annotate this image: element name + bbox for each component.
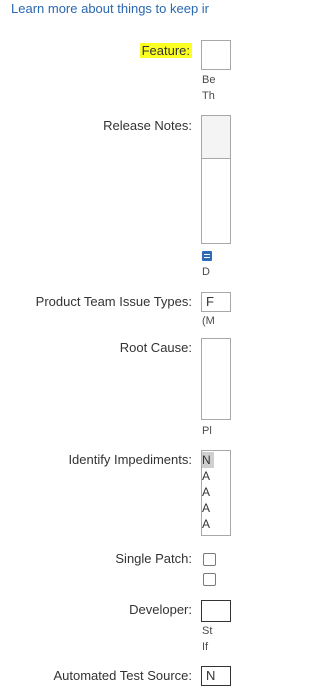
product-team-issue-types-help: (M xyxy=(202,315,215,327)
impediment-option[interactable]: A xyxy=(202,500,210,516)
impediment-option[interactable]: A xyxy=(202,468,210,484)
developer-input[interactable] xyxy=(201,600,231,622)
impediment-option[interactable]: A xyxy=(202,516,210,532)
impediment-option[interactable]: N xyxy=(202,452,214,468)
root-cause-textarea[interactable] xyxy=(201,338,231,420)
format-icon[interactable] xyxy=(202,251,212,261)
developer-help-line-2: If xyxy=(202,641,209,653)
learn-more-link[interactable]: Learn more about things to keep ir xyxy=(11,1,209,16)
automated-test-source-label: Automated Test Source: xyxy=(53,668,192,683)
root-cause-help: Pl xyxy=(202,425,212,437)
feature-help-line-1: Be xyxy=(202,74,216,86)
single-patch-checkbox[interactable] xyxy=(203,553,216,566)
single-patch-label: Single Patch: xyxy=(115,551,192,566)
identify-impediments-label: Identify Impediments: xyxy=(68,452,192,467)
release-notes-editor-toolbar[interactable] xyxy=(201,115,231,158)
feature-label-text: Feature: xyxy=(139,43,192,58)
single-patch-checkbox-2[interactable] xyxy=(203,573,216,586)
product-team-issue-types-label: Product Team Issue Types: xyxy=(35,294,192,309)
release-notes-editor[interactable] xyxy=(201,158,231,244)
feature-input[interactable] xyxy=(201,40,231,70)
feature-help-line-2: Th xyxy=(202,90,215,102)
automated-test-source-select[interactable]: N xyxy=(201,666,231,686)
release-notes-label: Release Notes: xyxy=(103,118,192,133)
developer-help-line-1: St xyxy=(202,625,213,637)
product-team-issue-types-select[interactable]: F xyxy=(201,292,231,312)
release-notes-help: D xyxy=(202,266,210,278)
feature-label: Feature: xyxy=(139,43,192,59)
impediment-option[interactable]: A xyxy=(202,484,210,500)
product-team-issue-types-value: F xyxy=(206,294,214,309)
developer-label: Developer: xyxy=(129,602,192,617)
automated-test-source-value: N xyxy=(206,668,216,683)
root-cause-label: Root Cause: xyxy=(119,340,192,355)
